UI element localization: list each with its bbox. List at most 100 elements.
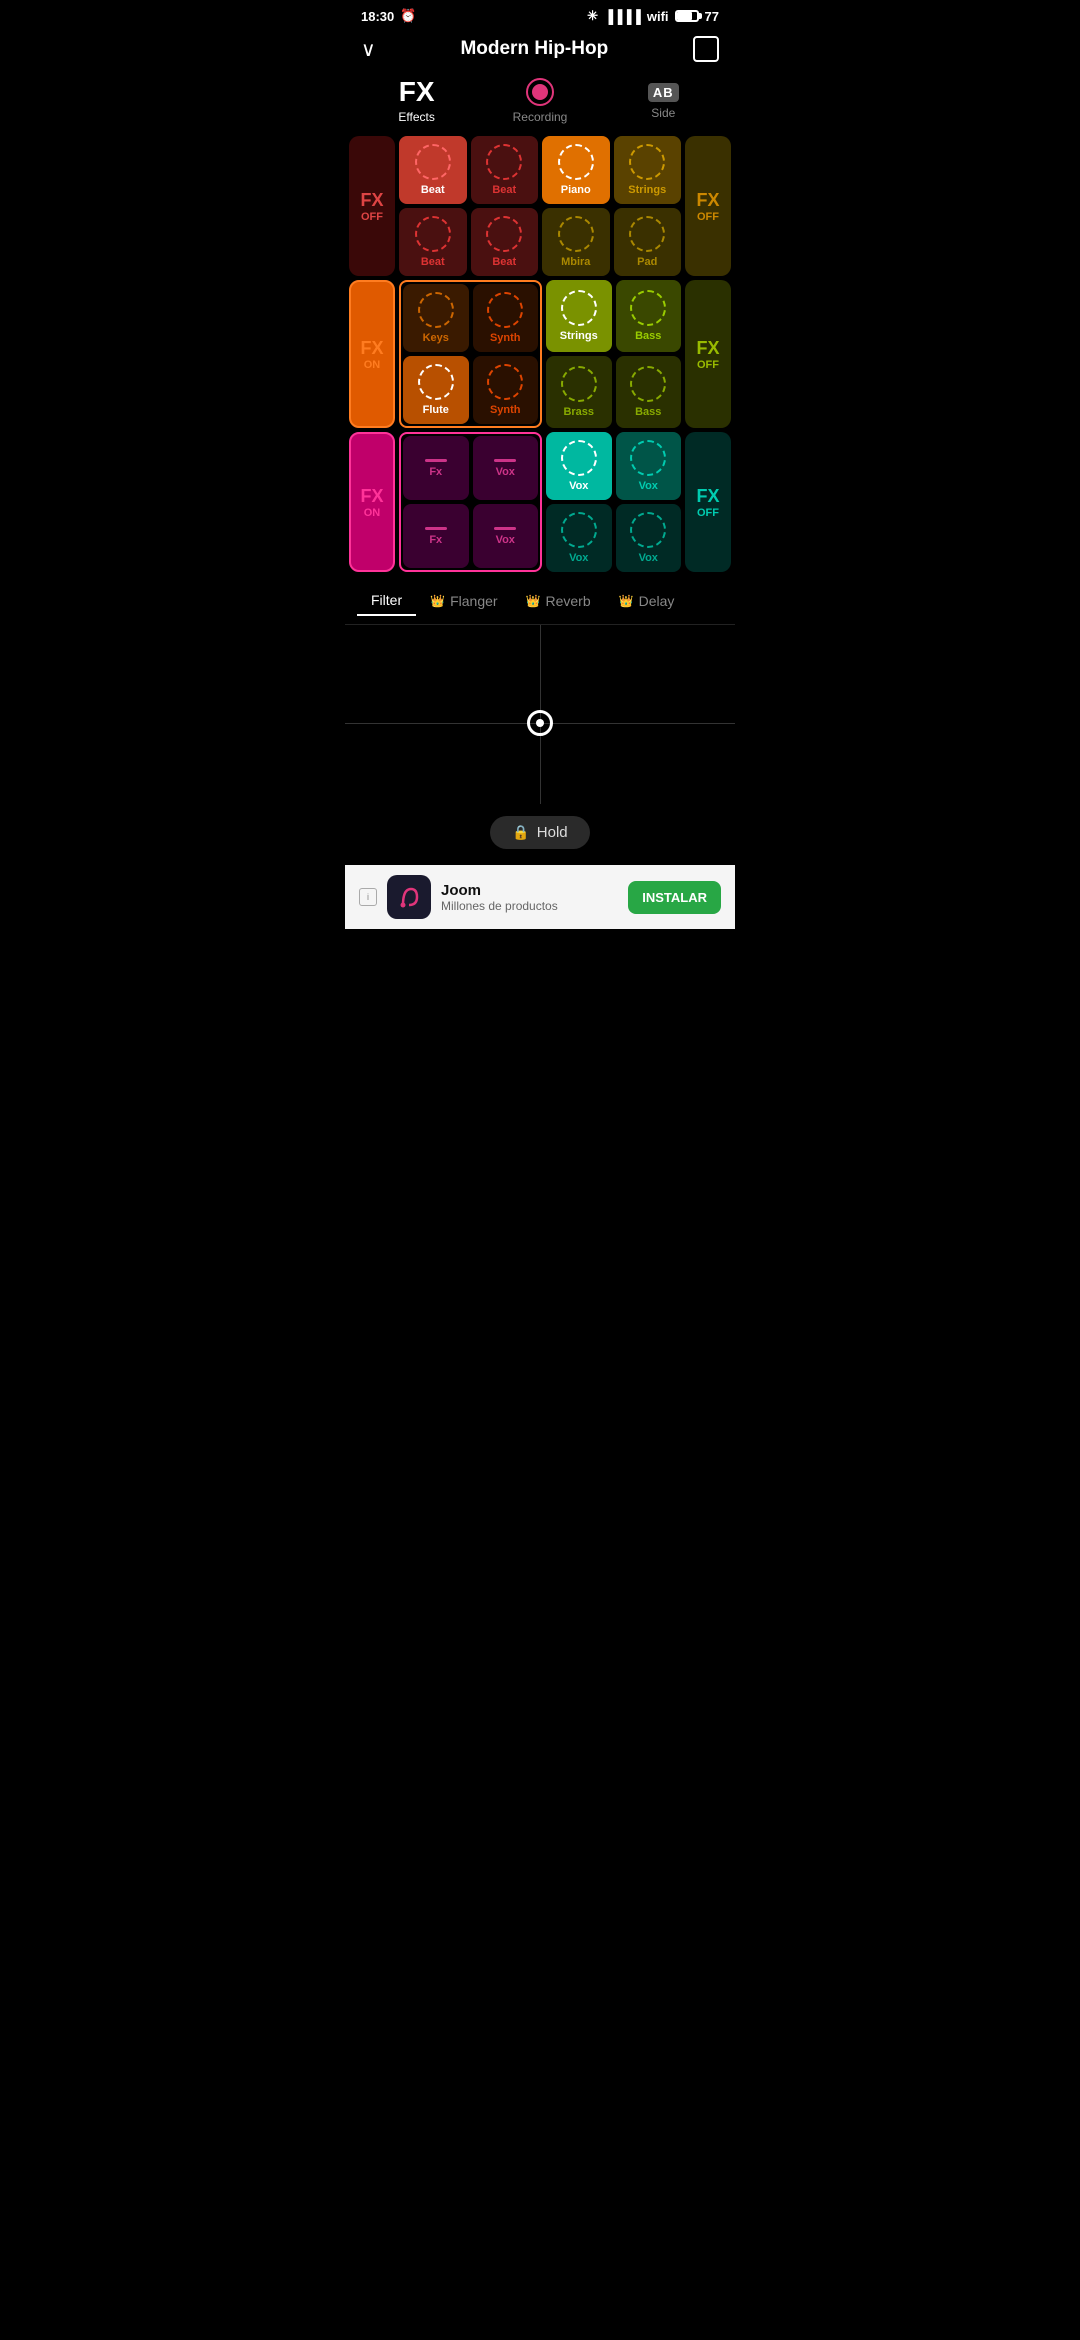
ad-app-name: Joom: [441, 882, 618, 899]
pad-fx1[interactable]: Fx: [403, 436, 469, 500]
vox4-label: Vox: [639, 480, 658, 492]
fx-col-row1[interactable]: FX OFF: [349, 136, 395, 276]
ad-logo: [387, 875, 431, 919]
reverb-icon: 👑: [526, 594, 541, 608]
bass2-label: Bass: [635, 406, 661, 418]
pad-flute[interactable]: Flute: [403, 356, 469, 424]
tab-filter[interactable]: Filter: [357, 586, 416, 616]
pad-synth1[interactable]: Synth: [473, 284, 539, 352]
fx-right-state-row2: OFF: [697, 359, 719, 371]
vox1-label: Vox: [496, 466, 515, 478]
vox4-circle: [630, 440, 666, 476]
tab-side[interactable]: AB Side: [602, 83, 725, 120]
delay-label: Delay: [639, 593, 675, 609]
tab-flanger[interactable]: 👑 Flanger: [416, 587, 511, 615]
pad-vox6[interactable]: Vox: [616, 504, 682, 572]
vox1-dash: [494, 459, 516, 462]
fx-right-row3[interactable]: FX OFF: [685, 432, 731, 572]
hold-label: Hold: [537, 824, 568, 841]
beat4-circle: [486, 216, 522, 252]
pads-container: FX OFF Beat Beat Beat Beat: [345, 136, 735, 572]
header-square-btn[interactable]: [693, 36, 719, 62]
pad-row-3: FX ON Fx Vox Fx Vox: [349, 432, 731, 572]
left-pad-grid-row1: Beat Beat Beat Beat: [399, 136, 538, 276]
right-pad-grid-row2: Strings Bass Brass Bass: [546, 280, 681, 428]
pad-synth2[interactable]: Synth: [473, 356, 539, 424]
fx-right-row1[interactable]: FX OFF: [685, 136, 731, 276]
tab-recording[interactable]: Recording: [478, 78, 601, 124]
keys-circle: [418, 292, 454, 328]
pad-vox1[interactable]: Vox: [473, 436, 539, 500]
pad-vox2[interactable]: Vox: [473, 504, 539, 568]
fx-col-row3[interactable]: FX ON: [349, 432, 395, 572]
brass-label: Brass: [563, 406, 594, 418]
vox6-circle: [630, 512, 666, 548]
brass-circle: [561, 366, 597, 402]
fx-state-row1: OFF: [361, 211, 383, 223]
ad-privacy-icon: i: [359, 888, 377, 906]
pad-keys[interactable]: Keys: [403, 284, 469, 352]
pad-row-1: FX OFF Beat Beat Beat Beat: [349, 136, 731, 276]
strings1-label: Strings: [628, 184, 666, 196]
strings2-circle: [561, 290, 597, 326]
mbira-circle: [558, 216, 594, 252]
pad-vox4[interactable]: Vox: [616, 432, 682, 500]
time: 18:30: [361, 9, 394, 24]
recording-inner: [532, 84, 548, 100]
right-pad-grid-row1: Piano Strings Mbira Pad: [542, 136, 681, 276]
ad-subtitle: Millones de productos: [441, 899, 618, 913]
back-chevron[interactable]: ∨: [361, 37, 376, 62]
fx-right-row2[interactable]: FX OFF: [685, 280, 731, 428]
pad-beat4[interactable]: Beat: [471, 208, 539, 276]
beat4-label: Beat: [492, 256, 516, 268]
fx1-label: Fx: [429, 466, 442, 478]
left-pad-grid-row2: Keys Synth Flute Synth: [399, 280, 542, 428]
bass2-circle: [630, 366, 666, 402]
piano-label: Piano: [561, 184, 591, 196]
tab-delay[interactable]: 👑 Delay: [605, 587, 689, 615]
vox2-label: Vox: [496, 534, 515, 546]
pad-strings1[interactable]: Strings: [614, 136, 682, 204]
pad-beat1[interactable]: Beat: [399, 136, 467, 204]
tab-recording-label: Recording: [513, 110, 568, 124]
synth1-label: Synth: [490, 332, 521, 344]
pad-beat2[interactable]: Beat: [471, 136, 539, 204]
pad-brass[interactable]: Brass: [546, 356, 612, 428]
xy-area[interactable]: [345, 624, 735, 804]
pad-fx2[interactable]: Fx: [403, 504, 469, 568]
signal-icon: ▐▐▐▐: [604, 9, 641, 24]
xy-dot-inner: [536, 719, 544, 727]
fx2-label: Fx: [429, 534, 442, 546]
beat2-label: Beat: [492, 184, 516, 196]
hold-button[interactable]: 🔒 Hold: [490, 816, 589, 849]
fx-label-row1: FX: [360, 190, 383, 211]
ad-install-button[interactable]: INSTALAR: [628, 881, 721, 914]
pad-bass1[interactable]: Bass: [616, 280, 682, 352]
filter-tabs: Filter 👑 Flanger 👑 Reverb 👑 Delay: [345, 572, 735, 616]
bass1-circle: [630, 290, 666, 326]
pad-piano[interactable]: Piano: [542, 136, 610, 204]
pad-beat3[interactable]: Beat: [399, 208, 467, 276]
recording-circle: [526, 78, 554, 106]
tab-effects[interactable]: FX Effects: [355, 78, 478, 124]
tab-side-label: Side: [651, 106, 675, 120]
delay-icon: 👑: [619, 594, 634, 608]
flanger-icon: 👑: [430, 594, 445, 608]
beat1-circle: [415, 144, 451, 180]
hold-btn-container: 🔒 Hold: [345, 804, 735, 861]
beat1-label: Beat: [421, 184, 445, 196]
pad-vox3[interactable]: Vox: [546, 432, 612, 500]
tab-reverb[interactable]: 👑 Reverb: [512, 587, 605, 615]
battery-icon: [675, 10, 699, 22]
pad-strings2[interactable]: Strings: [546, 280, 612, 352]
right-pad-grid-row3: Vox Vox Vox Vox: [546, 432, 681, 572]
bluetooth-icon: ✳: [587, 8, 598, 24]
fx-col-row2[interactable]: FX ON: [349, 280, 395, 428]
fx1-dash: [425, 459, 447, 462]
pad-vox5[interactable]: Vox: [546, 504, 612, 572]
pad-pad1[interactable]: Pad: [614, 208, 682, 276]
pad-mbira[interactable]: Mbira: [542, 208, 610, 276]
flute-circle: [418, 364, 454, 400]
pad-bass2[interactable]: Bass: [616, 356, 682, 428]
header: ∨ Modern Hip-Hop: [345, 28, 735, 74]
